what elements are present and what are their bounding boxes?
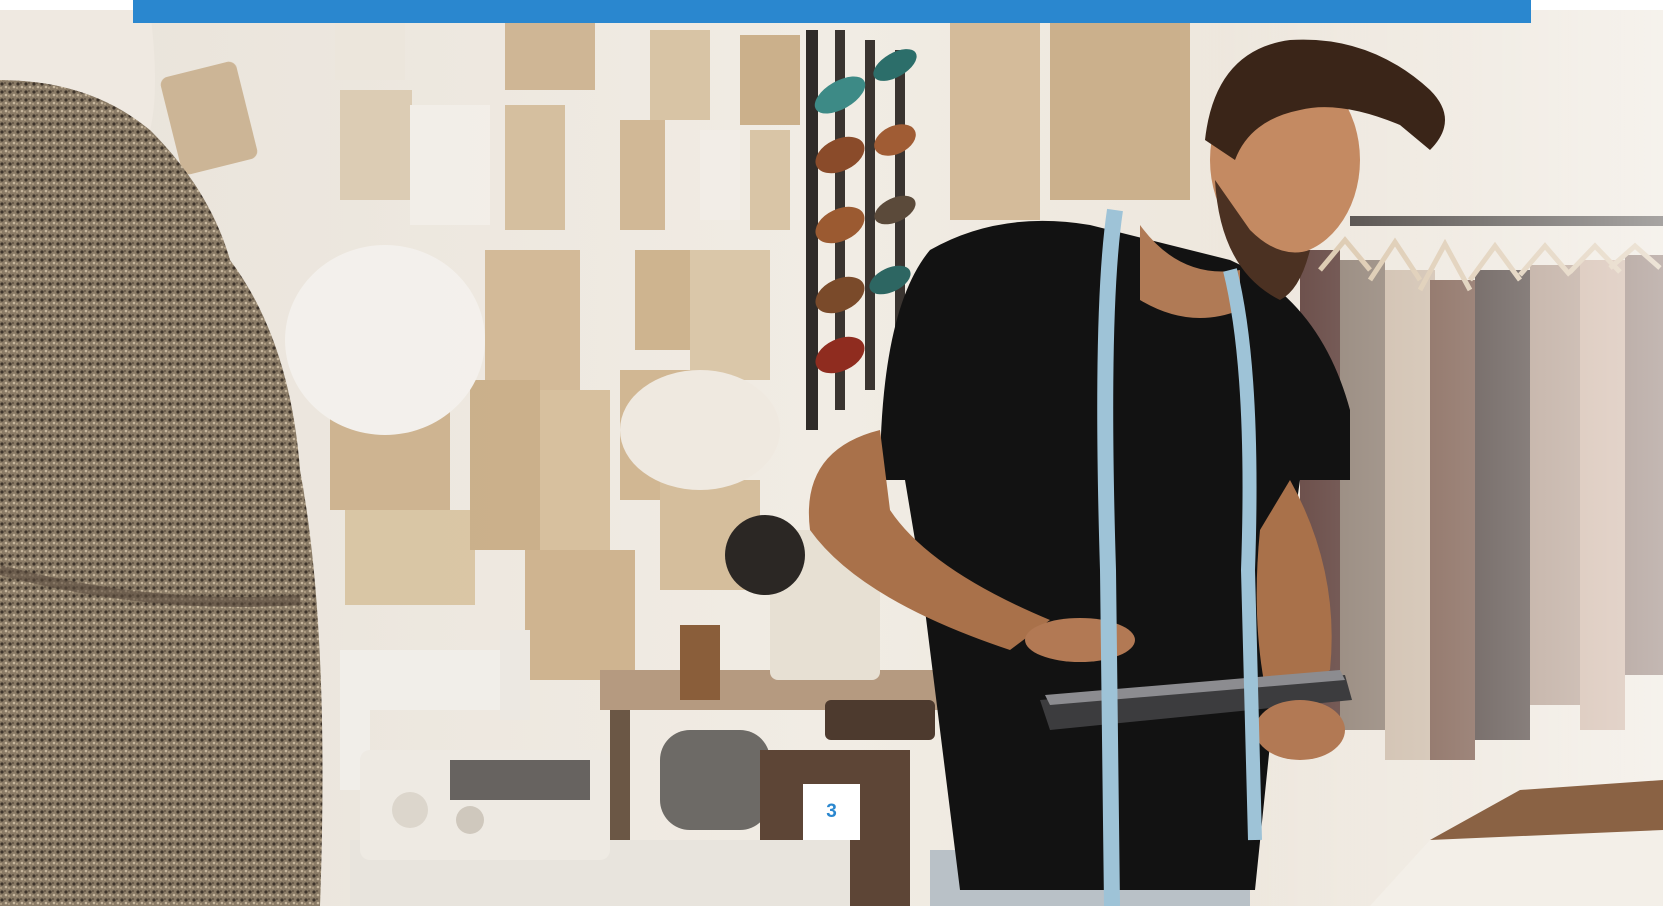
workshop-photo-illustration — [0, 10, 1663, 906]
workshop-photo — [0, 10, 1663, 906]
page-number: 3 — [803, 784, 860, 840]
top-accent-bar — [133, 0, 1531, 23]
page: 3 — [0, 0, 1663, 906]
